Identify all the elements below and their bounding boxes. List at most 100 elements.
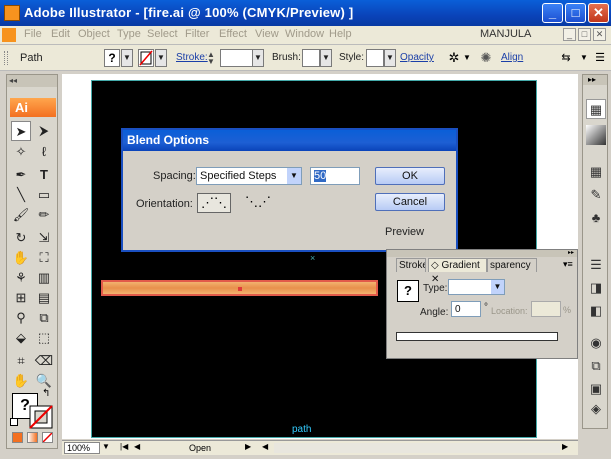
- eraser-tool-icon[interactable]: ⌫: [34, 351, 54, 371]
- stroke-dropdown[interactable]: ▼: [155, 49, 167, 67]
- layers-panel-icon[interactable]: ⧉: [586, 356, 606, 376]
- gradient-swatch[interactable]: ?: [397, 280, 419, 302]
- recolor-dropdown[interactable]: ▼: [463, 50, 471, 66]
- brushes-panel-icon[interactable]: ✎: [586, 185, 606, 205]
- color-panel-icon[interactable]: ▦: [586, 99, 606, 119]
- stroke-none-swatch[interactable]: [29, 405, 53, 429]
- doc-minimize-button[interactable]: _: [563, 28, 576, 41]
- zoom-dropdown[interactable]: ▼: [102, 442, 110, 451]
- gradient-tool-icon[interactable]: ▤: [34, 288, 54, 308]
- document-icon[interactable]: [2, 28, 16, 42]
- links-panel-icon[interactable]: ▣: [586, 379, 606, 399]
- first-page-icon[interactable]: |◀: [120, 442, 128, 451]
- zoom-field[interactable]: 100%: [64, 442, 100, 454]
- horizontal-scrollbar[interactable]: [274, 443, 560, 453]
- tab-stroke[interactable]: Stroke: [396, 258, 426, 272]
- rectangle-tool-icon[interactable]: ▭: [34, 185, 54, 205]
- rotate-tool-icon[interactable]: ↻: [11, 228, 31, 248]
- default-colors-icon[interactable]: [10, 418, 18, 426]
- tools-panel-grip[interactable]: ◂◂: [7, 75, 57, 87]
- eyedropper-tool-icon[interactable]: ⚲: [11, 308, 31, 328]
- doc-maximize-button[interactable]: □: [578, 28, 591, 41]
- tab-transparency[interactable]: sparency: [487, 258, 537, 272]
- cancel-button[interactable]: Cancel: [375, 193, 445, 211]
- blend-tool-icon[interactable]: ⧉: [34, 308, 54, 328]
- live-paint-tool-icon[interactable]: ⬙: [11, 328, 31, 348]
- scale-tool-icon[interactable]: ⇲: [34, 228, 54, 248]
- minimize-button[interactable]: _: [542, 3, 563, 23]
- menu-view[interactable]: View: [255, 28, 279, 40]
- ok-button[interactable]: OK: [375, 167, 445, 185]
- tab-gradient[interactable]: ◇ Gradient ✕: [428, 258, 487, 285]
- menu-file[interactable]: File: [24, 28, 42, 40]
- brush-swatch[interactable]: [302, 49, 320, 67]
- symbols-panel-icon[interactable]: ♣: [586, 208, 606, 228]
- mesh-tool-icon[interactable]: ⊞: [11, 288, 31, 308]
- graphic-styles-panel-icon[interactable]: ◉: [586, 333, 606, 353]
- swap-fill-stroke-icon[interactable]: ↰: [42, 388, 50, 399]
- prev-page-icon[interactable]: ◀: [134, 442, 140, 451]
- menu-edit[interactable]: Edit: [51, 28, 70, 40]
- gradient-mode-icon[interactable]: [27, 432, 38, 443]
- spacing-select[interactable]: Specified Steps ▼: [196, 167, 302, 185]
- swatches-panel-icon[interactable]: ▦: [586, 162, 606, 182]
- navigator-panel-icon[interactable]: ◈: [586, 399, 606, 419]
- hand-tool-icon[interactable]: ✋: [11, 371, 31, 391]
- recolor-icon[interactable]: ✲: [446, 50, 462, 66]
- fill-dropdown[interactable]: ▼: [121, 49, 133, 67]
- free-transform-tool-icon[interactable]: ⛶: [34, 248, 54, 268]
- live-paint-selection-tool-icon[interactable]: ⬚: [34, 328, 54, 348]
- style-dropdown[interactable]: ▼: [384, 49, 396, 67]
- control-menu-icon[interactable]: ☰: [592, 50, 608, 66]
- pen-tool-icon[interactable]: ✒: [11, 165, 31, 185]
- transform-icon[interactable]: ⇆: [556, 51, 576, 65]
- column-graph-tool-icon[interactable]: ▥: [34, 268, 54, 288]
- menu-object[interactable]: Object: [78, 28, 110, 40]
- gradient-slider[interactable]: [396, 332, 558, 341]
- live-trace-icon[interactable]: ✺: [478, 50, 494, 66]
- warp-tool-icon[interactable]: ✋: [11, 248, 31, 268]
- doc-close-button[interactable]: ✕: [593, 28, 606, 41]
- panel-menu-icon[interactable]: ▾≡: [563, 259, 573, 270]
- selection-tool-icon[interactable]: ➤: [11, 121, 31, 141]
- menu-window[interactable]: Window: [285, 28, 324, 40]
- pencil-tool-icon[interactable]: ✏: [34, 205, 54, 225]
- blend-path-object[interactable]: [101, 280, 378, 296]
- stroke-swatch[interactable]: [138, 49, 154, 67]
- status-dropdown[interactable]: ▶: [245, 442, 251, 451]
- brush-dropdown[interactable]: ▼: [320, 49, 332, 67]
- color-mode-icon[interactable]: [12, 432, 23, 443]
- gradient-panel-icon[interactable]: [586, 125, 606, 145]
- fill-swatch[interactable]: ?: [104, 49, 120, 67]
- menu-effect[interactable]: Effect: [219, 28, 247, 40]
- transform-dropdown[interactable]: ▼: [580, 50, 588, 66]
- menu-select[interactable]: Select: [147, 28, 178, 40]
- angle-input[interactable]: 0: [451, 301, 481, 317]
- paintbrush-tool-icon[interactable]: 🖌: [11, 205, 31, 225]
- stroke-weight-stepper[interactable]: ▲ ▼: [207, 51, 219, 66]
- scroll-right-icon[interactable]: ▶: [562, 442, 568, 451]
- menu-type[interactable]: Type: [117, 28, 141, 40]
- lasso-tool-icon[interactable]: ℓ: [34, 142, 54, 162]
- type-select[interactable]: ▼: [448, 279, 505, 295]
- chevron-down-icon[interactable]: ▼: [491, 280, 504, 294]
- align-to-path-icon[interactable]: ⋱⋰: [241, 193, 275, 213]
- close-button[interactable]: ✕: [588, 3, 609, 23]
- direct-selection-tool-icon[interactable]: ⮞: [34, 121, 54, 141]
- stroke-weight-dropdown[interactable]: ▼: [252, 49, 264, 67]
- scroll-left-icon[interactable]: ◀: [262, 442, 268, 451]
- none-mode-icon[interactable]: [42, 432, 53, 443]
- chevron-down-icon[interactable]: ▼: [287, 168, 301, 184]
- align-link[interactable]: Align: [501, 52, 523, 63]
- preview-checkbox-label[interactable]: Preview: [385, 226, 424, 238]
- control-grip[interactable]: [4, 51, 8, 65]
- stroke-link[interactable]: Stroke:: [176, 52, 208, 63]
- menu-filter[interactable]: Filter: [185, 28, 209, 40]
- style-swatch[interactable]: [366, 49, 384, 67]
- symbol-sprayer-tool-icon[interactable]: ⚘: [11, 268, 31, 288]
- slice-tool-icon[interactable]: ⌗: [11, 351, 31, 371]
- line-tool-icon[interactable]: ╲: [11, 185, 31, 205]
- stroke-panel-icon[interactable]: ☰: [586, 255, 606, 275]
- transparency-panel-icon[interactable]: ◨: [586, 278, 606, 298]
- dock-grip[interactable]: ▸▸: [583, 75, 607, 85]
